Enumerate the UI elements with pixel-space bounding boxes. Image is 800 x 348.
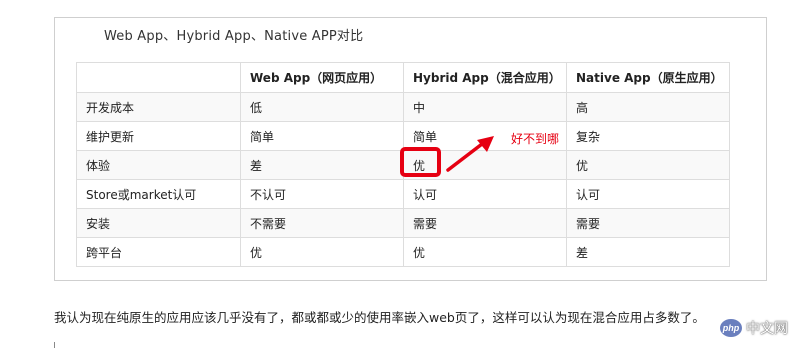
table-header-cell: Native App（原生应用）: [566, 62, 730, 93]
table-cell: 差: [566, 237, 730, 267]
table-row: 开发成本 低 中 高: [76, 92, 730, 122]
table-cell: 优: [403, 237, 567, 267]
table-cell: 不需要: [240, 208, 404, 238]
annotation-text: 好不到哪: [511, 132, 560, 146]
php-logo-icon: php: [720, 319, 742, 337]
table-cell: 需要: [403, 208, 567, 238]
table-cell: 高: [566, 92, 730, 122]
table-cell: 维护更新: [76, 121, 241, 151]
table-header-row: Web App（网页应用） Hybrid App（混合应用） Native Ap…: [76, 62, 730, 93]
table-cell: 中: [403, 92, 567, 122]
table-row: Store或market认可 不认可 认可 认可: [76, 179, 730, 209]
panel-title: Web App、Hybrid App、Native APP对比: [104, 29, 364, 44]
table-row: 跨平台 优 优 差: [76, 237, 730, 267]
table-cell: 差: [240, 150, 404, 180]
table-header-cell: [76, 62, 241, 93]
annotation-arrow-icon: [446, 136, 494, 172]
watermark: php 中文网: [720, 318, 788, 338]
table-row: 安装 不需要 需要 需要: [76, 208, 730, 238]
divider: [54, 342, 55, 348]
table-header-cell: Hybrid App（混合应用）: [403, 62, 567, 93]
table-cell: 认可: [403, 179, 567, 209]
table-cell: 优: [566, 150, 730, 180]
table-cell: Store或market认可: [76, 179, 241, 209]
table-cell: 需要: [566, 208, 730, 238]
table-cell: 开发成本: [76, 92, 241, 122]
table-cell: 简单: [240, 121, 404, 151]
watermark-text: 中文网: [746, 321, 788, 337]
table-cell: 跨平台: [76, 237, 241, 267]
table-cell: 安装: [76, 208, 241, 238]
table-cell: 复杂: [566, 121, 730, 151]
table-cell: 不认可: [240, 179, 404, 209]
table-cell: 认可: [566, 179, 730, 209]
table-header-cell: Web App（网页应用）: [240, 62, 404, 93]
table-cell: 体验: [76, 150, 241, 180]
table-cell: 低: [240, 92, 404, 122]
table-cell: 优: [240, 237, 404, 267]
highlight-box: [400, 147, 441, 177]
body-paragraph: 我认为现在纯原生的应用应该几乎没有了，都或都或少的使用率嵌入web页了，这样可以…: [54, 310, 705, 325]
